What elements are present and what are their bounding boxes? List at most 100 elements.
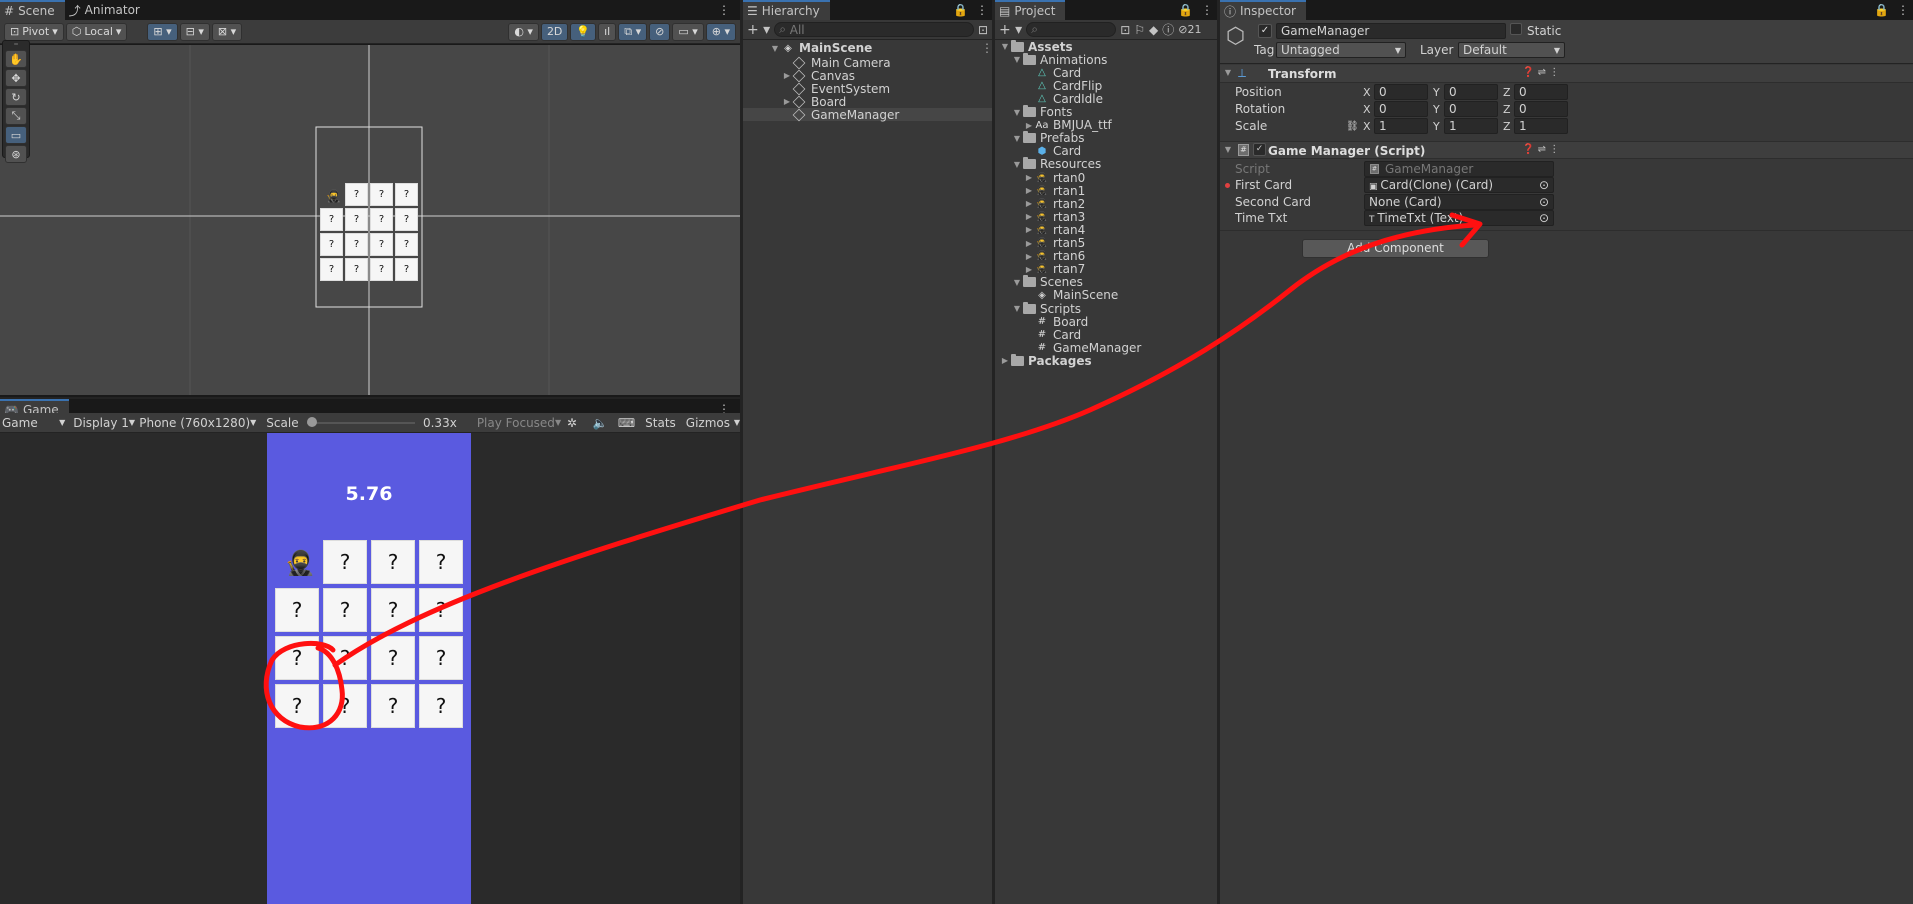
- expand-arrow-icon[interactable]: ▶: [1023, 212, 1035, 221]
- scene-card[interactable]: ?: [370, 208, 393, 231]
- game-card[interactable]: ?: [323, 636, 367, 680]
- project-item[interactable]: ▼ Assets: [999, 39, 1073, 54]
- scene-character-sprite[interactable]: 🥷: [326, 189, 341, 203]
- project-add-icon[interactable]: + ▾: [999, 22, 1022, 38]
- game-card[interactable]: ?: [419, 588, 463, 632]
- project-item[interactable]: ▼ Resources: [1011, 157, 1101, 171]
- scene-card[interactable]: ?: [320, 258, 343, 281]
- transform-header[interactable]: ▼ ⟂ Transform ❓ ⇌ ⋮: [1220, 65, 1913, 83]
- lock-icon[interactable]: 🔒: [949, 0, 972, 20]
- scene-view[interactable]: ??????????????? 🥷: [0, 45, 740, 395]
- game-card[interactable]: ?: [323, 588, 367, 632]
- hierarchy-item[interactable]: GameManager: [743, 108, 992, 122]
- expand-arrow-icon[interactable]: ▼: [1011, 160, 1023, 169]
- project-item[interactable]: ▶ 🥷 rtan3: [1023, 210, 1085, 224]
- scene-card[interactable]: ?: [370, 183, 393, 206]
- inspector-menu-icon[interactable]: ⋮: [1893, 0, 1913, 20]
- mute-audio-icon[interactable]: 🔈: [579, 415, 608, 431]
- more-menu-icon[interactable]: ⋮: [714, 0, 740, 20]
- transform-rotation-x-field[interactable]: 0: [1374, 101, 1428, 117]
- scene-card[interactable]: ?: [345, 233, 368, 256]
- local-dropdown[interactable]: ⬡ Local ▾: [65, 22, 128, 41]
- search-by-type-icon[interactable]: ⊡: [1120, 23, 1130, 37]
- project-item[interactable]: # Card: [1023, 328, 1081, 342]
- hierarchy-item[interactable]: ▶ Canvas: [743, 69, 992, 83]
- game-view-dropdown[interactable]: Game ▼: [0, 415, 65, 431]
- tab-inspector[interactable]: ⓘ Inspector: [1220, 0, 1306, 20]
- scene-root[interactable]: ▼ ◈ MainScene ⋮: [769, 40, 992, 56]
- project-menu-icon[interactable]: ⋮: [1197, 0, 1217, 20]
- project-item[interactable]: ▶ 🥷 rtan6: [1023, 249, 1085, 263]
- active-checkbox[interactable]: ✓: [1258, 24, 1272, 38]
- project-item[interactable]: ▼ Scripts: [1011, 301, 1081, 316]
- axis-x-label[interactable]: X: [1363, 84, 1371, 100]
- expand-arrow-icon[interactable]: ▶: [1023, 265, 1035, 274]
- project-item[interactable]: ▶ Aa BMJUA_ttf: [1023, 118, 1112, 132]
- expand-arrow-icon[interactable]: ▶: [1023, 121, 1035, 130]
- transform-rotation-z-field[interactable]: 0: [1514, 101, 1568, 117]
- game-view[interactable]: 5.76 ??????????????? 🥷: [0, 433, 740, 904]
- scene-card[interactable]: ?: [345, 208, 368, 231]
- layer-dropdown[interactable]: Default ▼: [1458, 42, 1565, 58]
- pivot-dropdown[interactable]: ⊡ Pivot ▾: [4, 22, 64, 41]
- play-mode-dropdown[interactable]: Play Focused ▼: [459, 415, 561, 431]
- project-lock-icon[interactable]: 🔒: [1174, 0, 1197, 20]
- project-item[interactable]: ▶ Packages: [999, 353, 1092, 368]
- hidden-packages-icon[interactable]: ⊘21: [1178, 23, 1201, 36]
- search-by-label-icon[interactable]: ⚐: [1134, 23, 1145, 37]
- game-card[interactable]: ?: [323, 684, 367, 728]
- grid-snap-button[interactable]: ⊞ ▾: [147, 22, 178, 41]
- project-item[interactable]: # GameManager: [1023, 341, 1142, 355]
- game-card[interactable]: ?: [371, 540, 415, 584]
- tab-project[interactable]: ▤ Project: [995, 0, 1066, 20]
- game-screen[interactable]: 5.76 ??????????????? 🥷: [267, 433, 471, 904]
- scene-card[interactable]: ?: [395, 233, 418, 256]
- scene-card[interactable]: ?: [345, 183, 368, 206]
- tab-animator[interactable]: ⤴ Animator: [65, 0, 150, 20]
- effects-icon[interactable]: ⧉ ▾: [618, 22, 648, 41]
- move-tool-icon[interactable]: ✥: [5, 69, 27, 87]
- help-icon[interactable]: ❓ ⇌ ⋮: [1522, 67, 1559, 78]
- tag-dropdown[interactable]: Untagged ▼: [1276, 42, 1406, 58]
- game-card[interactable]: ?: [275, 684, 319, 728]
- expand-arrow-icon[interactable]: ▶: [1023, 252, 1035, 261]
- scene-card[interactable]: ?: [320, 233, 343, 256]
- project-item[interactable]: ▶ 🥷 rtan2: [1023, 197, 1085, 211]
- time-txt-field[interactable]: T TimeTxt (Text) ⊙: [1364, 210, 1554, 226]
- object-name-field[interactable]: GameManager: [1276, 23, 1506, 39]
- project-item[interactable]: ▼ Fonts: [1011, 105, 1072, 119]
- scale-slider[interactable]: [306, 416, 415, 427]
- draw-mode-button[interactable]: ◐ ▾: [508, 22, 539, 41]
- rect-tool-icon[interactable]: ▭: [5, 126, 27, 144]
- display-dropdown[interactable]: Display 1 ▼: [67, 415, 135, 431]
- axis-y-label[interactable]: Y: [1433, 118, 1440, 134]
- hierarchy-menu-icon[interactable]: ⋮: [972, 0, 992, 20]
- object-picker-icon[interactable]: ⊙: [1539, 178, 1549, 192]
- expand-arrow-icon[interactable]: ▼: [999, 42, 1011, 51]
- game-card[interactable]: ?: [419, 636, 463, 680]
- game-card[interactable]: ?: [419, 540, 463, 584]
- scene-menu-icon[interactable]: ⋮: [981, 41, 992, 55]
- mode-2d-button[interactable]: 2D: [540, 22, 569, 41]
- project-item[interactable]: ▼ Animations: [1011, 52, 1107, 67]
- object-picker-icon[interactable]: ⊙: [1539, 195, 1549, 209]
- expand-arrow-icon[interactable]: ▼: [1011, 108, 1023, 117]
- project-item[interactable]: △ CardFlip: [1023, 79, 1102, 93]
- expand-arrow-icon[interactable]: ▶: [1023, 225, 1035, 234]
- scene-card[interactable]: ?: [395, 183, 418, 206]
- axis-x-label[interactable]: X: [1363, 101, 1371, 117]
- info-icon[interactable]: ⓘ: [1162, 21, 1174, 38]
- hierarchy-item[interactable]: ▶ Board: [743, 95, 992, 109]
- game-card[interactable]: ?: [419, 684, 463, 728]
- project-item[interactable]: ▶ 🥷 rtan1: [1023, 184, 1085, 198]
- add-icon[interactable]: + ▾: [747, 22, 770, 38]
- game-card[interactable]: ?: [323, 540, 367, 584]
- increment-snap-button[interactable]: ⊠ ▾: [211, 22, 243, 41]
- transform-scale-y-field[interactable]: 1: [1444, 118, 1498, 134]
- script-collapse-icon[interactable]: ▼: [1222, 145, 1234, 154]
- expand-arrow-icon[interactable]: ▼: [1011, 55, 1023, 64]
- transform-rotation-y-field[interactable]: 0: [1444, 101, 1498, 117]
- axis-y-label[interactable]: Y: [1433, 84, 1440, 100]
- tab-scene[interactable]: # Scene: [0, 0, 65, 20]
- expand-arrow-icon[interactable]: ▶: [1023, 239, 1035, 248]
